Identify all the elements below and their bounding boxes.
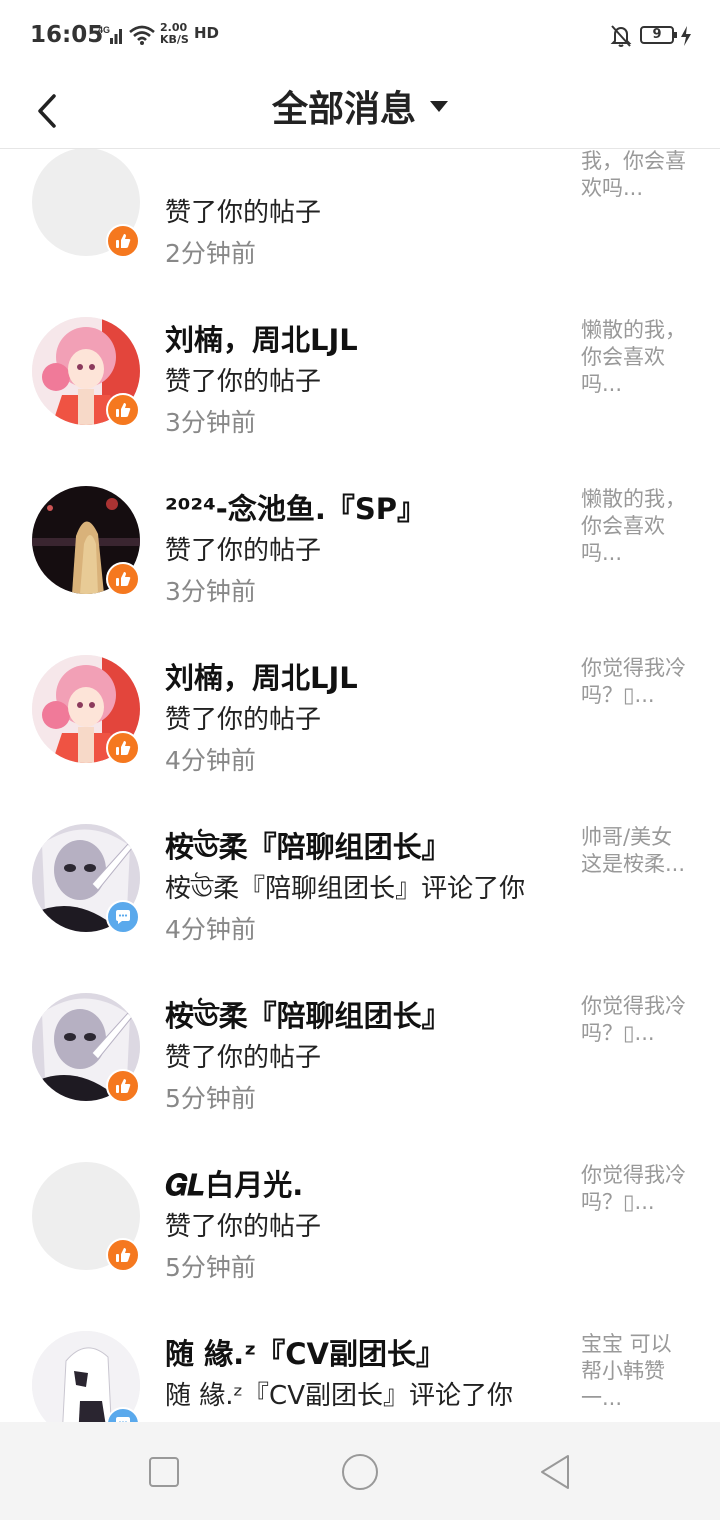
action-text: 赞了你的帖子 — [165, 705, 322, 735]
post-preview[interactable]: 宝宝 可以帮小韩赞一... — [581, 1331, 691, 1412]
timestamp: 2分钟前 — [165, 239, 256, 268]
circle-icon — [342, 1454, 378, 1490]
timestamp: 3分钟前 — [165, 408, 256, 437]
post-preview[interactable]: 你觉得我冷吗？▯... — [581, 1162, 691, 1216]
like-badge — [106, 1238, 140, 1272]
action-text: 赞了你的帖子 — [165, 1043, 322, 1073]
message-row[interactable]: 刘楠，周北LJL 赞了你的帖子 4分钟前 你觉得我冷吗？▯... — [0, 625, 720, 794]
caret-down-icon — [430, 100, 448, 112]
sender-name[interactable]: 刘楠，周北LJL — [165, 655, 358, 697]
avatar-wrapper[interactable] — [32, 149, 140, 258]
battery-indicator: 9 — [640, 26, 677, 44]
timestamp: 5分钟前 — [165, 1253, 256, 1282]
hd-indicator: HD — [194, 24, 220, 42]
thumbs-up-icon — [116, 741, 131, 755]
system-nav-bar — [0, 1422, 720, 1520]
wifi-icon — [129, 25, 155, 45]
sender-name[interactable]: ²⁰²⁴-念池鱼.『SP』 — [165, 486, 426, 528]
recent-apps-button[interactable] — [144, 1452, 184, 1492]
message-row[interactable]: 桉ঊ柔『陪聊组团长』 赞了你的帖子 5分钟前 你觉得我冷吗？▯... — [0, 963, 720, 1132]
thumbs-up-icon — [116, 234, 131, 248]
home-button[interactable] — [340, 1452, 380, 1492]
like-badge — [106, 1069, 140, 1103]
message-row[interactable]: 桉ঊ柔『陪聊组团长』 桉ঊ柔『陪聊组团长』评论了你 4分钟前 帅哥/美女这是桉柔... — [0, 794, 720, 963]
chat-bubble-icon — [116, 1417, 130, 1422]
post-preview[interactable]: 你觉得我冷吗？▯... — [581, 993, 691, 1047]
chat-bubble-icon — [116, 910, 130, 924]
action-text: 赞了你的帖子 — [165, 536, 322, 566]
status-time: 16:05 — [30, 22, 104, 48]
timestamp: 4分钟前 — [165, 746, 256, 775]
thumbs-up-icon — [116, 572, 131, 586]
action-text: 赞了你的帖子 — [165, 367, 322, 397]
message-list[interactable]: 赞了你的帖子 2分钟前 我，你会喜欢吗... 刘楠，周北LJL 赞了你的帖子 3分钟前 懒散… — [0, 149, 720, 1422]
thumbs-up-icon — [116, 1079, 131, 1093]
sender-name[interactable]: 𝑮𝑳白月光. — [165, 1162, 303, 1204]
bell-muted-icon — [610, 25, 632, 47]
square-icon — [149, 1457, 179, 1487]
thumbs-up-icon — [116, 1248, 131, 1262]
status-bar: 16:05 4G 2.00 KB/S HD 9 — [0, 0, 720, 70]
thumbs-up-icon — [116, 403, 131, 417]
post-preview[interactable]: 懒散的我，你会喜欢吗... — [581, 317, 691, 398]
action-text: 赞了你的帖子 — [165, 1212, 322, 1242]
signal-icon: 4G — [98, 25, 122, 44]
message-row[interactable]: 刘楠，周北LJL 赞了你的帖子 3分钟前 懒散的我，你会喜欢吗... — [0, 287, 720, 456]
timestamp: 4分钟前 — [165, 915, 256, 944]
avatar-wrapper[interactable] — [32, 824, 140, 934]
network-speed: 2.00 KB/S — [160, 22, 189, 46]
avatar-wrapper[interactable] — [32, 1331, 140, 1422]
post-preview[interactable]: 帅哥/美女这是桉柔... — [581, 824, 691, 878]
avatar-wrapper[interactable] — [32, 486, 140, 596]
page-title: 全部消息 — [271, 89, 416, 130]
triangle-back-icon — [541, 1455, 569, 1489]
message-row[interactable]: 赞了你的帖子 2分钟前 我，你会喜欢吗... — [0, 149, 720, 287]
action-text: 桉ঊ柔『陪聊组团长』评论了你 — [165, 874, 526, 904]
like-badge — [106, 224, 140, 258]
signal-label: 4G — [98, 25, 110, 35]
like-badge — [106, 562, 140, 596]
like-badge — [106, 393, 140, 427]
avatar-wrapper[interactable] — [32, 655, 140, 765]
action-text: 随 緣.ᶻ『CV副团长』评论了你 — [165, 1381, 513, 1411]
charging-icon — [681, 26, 691, 46]
sender-name[interactable]: 随 緣.ᶻ『CV副团长』 — [165, 1331, 445, 1373]
speed-unit: KB/S — [160, 33, 189, 46]
timestamp: 5分钟前 — [165, 1084, 256, 1113]
timestamp: 3分钟前 — [165, 577, 256, 606]
avatar-wrapper[interactable] — [32, 993, 140, 1103]
like-badge — [106, 731, 140, 765]
avatar-wrapper[interactable] — [32, 317, 140, 427]
title-dropdown[interactable]: 全部消息 — [0, 80, 720, 132]
avatar-wrapper[interactable] — [32, 1162, 140, 1272]
comment-badge — [106, 900, 140, 934]
message-row[interactable]: ²⁰²⁴-念池鱼.『SP』赞了你的帖子 3分钟前 懒散的我，你会喜欢吗... — [0, 456, 720, 625]
sender-name[interactable]: 桉ঊ柔『陪聊组团长』 — [165, 993, 451, 1043]
post-preview[interactable]: 我，你会喜欢吗... — [581, 149, 691, 202]
sender-name[interactable]: 桉ঊ柔『陪聊组团长』 — [165, 824, 451, 874]
post-preview[interactable]: 懒散的我，你会喜欢吗... — [581, 486, 691, 567]
message-row[interactable]: 随 緣.ᶻ『CV副团长』随 緣.ᶻ『CV副团长』评论了你5分钟前宝宝 可以帮小韩… — [0, 1301, 720, 1422]
back-nav-button[interactable] — [536, 1452, 576, 1492]
sender-name[interactable]: 刘楠，周北LJL — [165, 317, 358, 359]
header: 全部消息 — [0, 70, 720, 149]
post-preview[interactable]: 你觉得我冷吗？▯... — [581, 655, 691, 709]
action-text: 赞了你的帖子 — [165, 198, 322, 228]
message-row[interactable]: 𝑮𝑳白月光. 赞了你的帖子 5分钟前 你觉得我冷吗？▯... — [0, 1132, 720, 1301]
